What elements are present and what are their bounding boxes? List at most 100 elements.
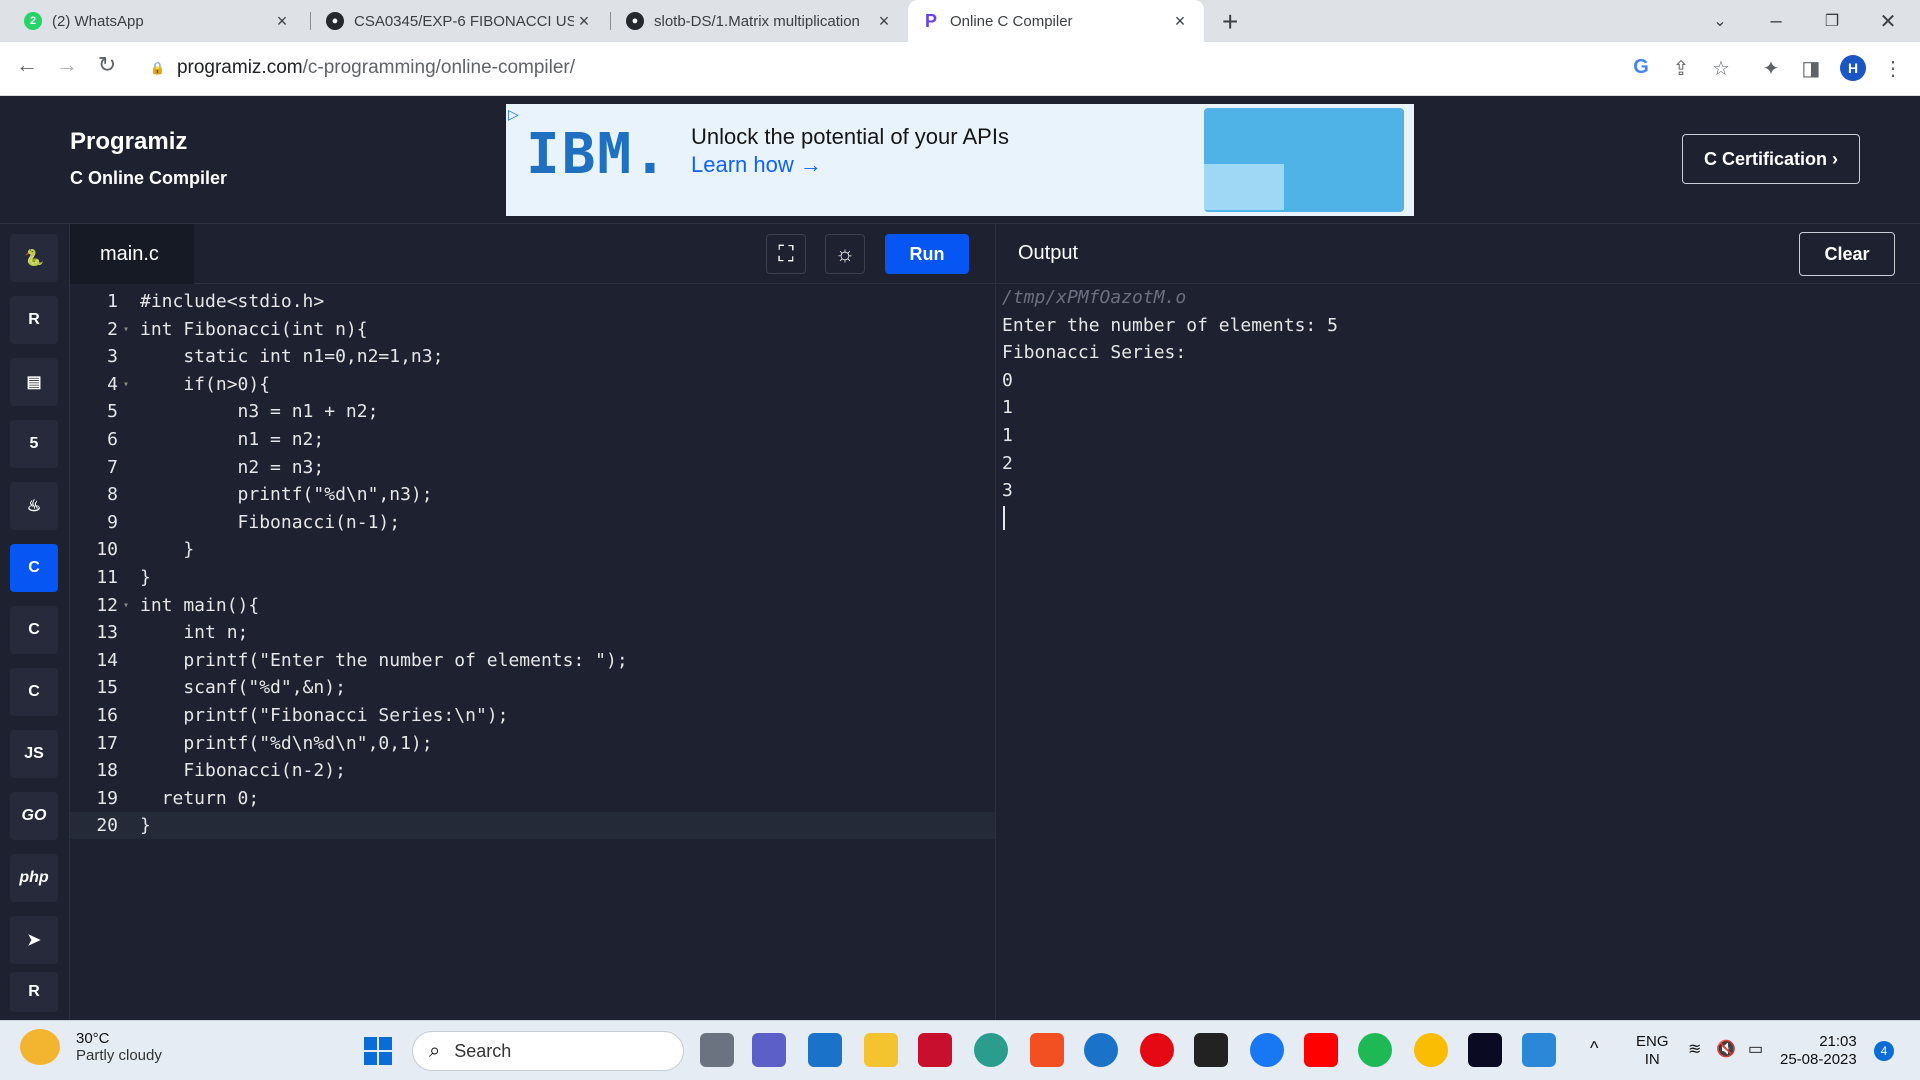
clear-button[interactable]: Clear	[1799, 232, 1895, 276]
lang-sql-icon[interactable]: ▤	[10, 358, 58, 406]
minimize-button[interactable]: –	[1748, 0, 1804, 42]
code-line[interactable]: 3 static int n1=0,n2=1,n3;	[70, 343, 995, 370]
code-line[interactable]: 2 ▾ int Fibonacci(int n){	[70, 316, 995, 343]
url-field[interactable]: 🔒 programiz.com/c-programming/online-com…	[140, 48, 1600, 88]
spotify-icon[interactable]	[1358, 1033, 1392, 1067]
run-button[interactable]: Run	[885, 234, 969, 274]
fold-arrow-icon[interactable]: ▾	[118, 324, 134, 335]
clock[interactable]: 21:03 25-08-2023	[1780, 1033, 1857, 1069]
programiz-logo[interactable]: Programiz	[70, 128, 187, 156]
dev-app-icon[interactable]	[1468, 1033, 1502, 1067]
lang-csharp-icon[interactable]: C	[10, 668, 58, 716]
code-line[interactable]: 10 }	[70, 536, 995, 563]
close-tab-icon[interactable]: ×	[272, 11, 292, 32]
teams-chat-icon[interactable]	[752, 1033, 786, 1067]
code-line[interactable]: 9 Fibonacci(n-1);	[70, 509, 995, 536]
mcafee-icon[interactable]	[918, 1033, 952, 1067]
code-editor[interactable]: 1 #include<stdio.h> 2 ▾ int Fibonacci(int n)…	[70, 284, 995, 1020]
code-line[interactable]: 5 n3 = n1 + n2;	[70, 398, 995, 425]
weather-widget[interactable]: 30°C Partly cloudy	[20, 1029, 162, 1065]
address-bar-row: ← → ↻ 🔒 programiz.com/c-programming/onli…	[0, 42, 1920, 96]
microsoft-store-icon[interactable]	[1030, 1033, 1064, 1067]
profile-avatar[interactable]: H	[1840, 55, 1866, 81]
lang-python-icon[interactable]: 🐍	[10, 234, 58, 282]
tab-online-c-compiler[interactable]: P Online C Compiler ×	[908, 0, 1204, 42]
forward-icon[interactable]: →	[52, 52, 82, 78]
tab-search-icon[interactable]: ⌄	[1692, 0, 1748, 42]
code-line[interactable]: 19 return 0;	[70, 785, 995, 812]
task-view-icon[interactable]	[700, 1033, 734, 1067]
output-input-cursor[interactable]	[1003, 506, 1005, 530]
theme-toggle-icon[interactable]: ☼	[825, 234, 865, 274]
notification-count-badge[interactable]: 4	[1874, 1041, 1894, 1061]
reload-icon[interactable]: ↻	[92, 52, 122, 78]
code-line[interactable]: 17 printf("%d\n%d\n",0,1);	[70, 730, 995, 757]
fullscreen-icon[interactable]: ⛶	[766, 234, 806, 274]
file-explorer-icon[interactable]	[864, 1033, 898, 1067]
opera-browser-icon[interactable]	[1140, 1033, 1174, 1067]
lang-c-icon[interactable]: C	[10, 544, 58, 592]
code-line[interactable]: 6 n1 = n2;	[70, 426, 995, 453]
code-line[interactable]: 8 printf("%d\n",n3);	[70, 481, 995, 508]
windows-start-icon[interactable]	[364, 1037, 392, 1065]
photos-app-icon[interactable]	[1522, 1033, 1556, 1067]
file-tab-main-c[interactable]: main.c	[70, 224, 194, 284]
chrome-icon[interactable]	[1414, 1033, 1448, 1067]
lang-r-icon[interactable]: R	[10, 296, 58, 344]
code-line[interactable]: 20}	[70, 812, 995, 840]
close-tab-icon[interactable]: ×	[874, 11, 894, 32]
data-app-icon[interactable]	[1194, 1033, 1228, 1067]
close-tab-icon[interactable]: ×	[574, 11, 594, 32]
mylp-app-icon[interactable]	[808, 1033, 842, 1067]
side-panel-icon[interactable]: ◨	[1798, 56, 1824, 81]
lang-php-icon[interactable]: php	[10, 854, 58, 902]
lang-java-icon[interactable]: ♨	[10, 482, 58, 530]
close-window-button[interactable]: ✕	[1860, 0, 1916, 42]
language-indicator[interactable]: ENG IN	[1636, 1033, 1669, 1069]
lang-javascript-icon[interactable]: JS	[10, 730, 58, 778]
wifi-icon[interactable]: ≋	[1688, 1041, 1701, 1059]
fold-arrow-icon[interactable]: ▾	[118, 379, 134, 390]
facebook-icon[interactable]	[1250, 1033, 1284, 1067]
code-line[interactable]: 15 scanf("%d",&n);	[70, 674, 995, 701]
lang-swift-icon[interactable]: ➤	[10, 916, 58, 964]
tab-github-fibonacci[interactable]: ● CSA0345/EXP-6 FIBONACCI USIN ×	[312, 0, 608, 42]
code-line[interactable]: 7 n2 = n3;	[70, 454, 995, 481]
bookmark-star-icon[interactable]: ☆	[1708, 56, 1734, 81]
lang-cpp-icon[interactable]: C	[10, 606, 58, 654]
lang-rust-icon[interactable]: R	[10, 972, 58, 1012]
google-translate-icon[interactable]: G	[1628, 56, 1654, 79]
menu-kebab-icon[interactable]: ⋮	[1880, 56, 1906, 81]
extensions-icon[interactable]: ✦	[1758, 56, 1784, 81]
lang-html-icon[interactable]: 5	[10, 420, 58, 468]
restore-button[interactable]: ❐	[1804, 0, 1860, 42]
code-line[interactable]: 1 #include<stdio.h>	[70, 288, 995, 315]
taskbar-search[interactable]: ⌕ Search	[412, 1031, 684, 1071]
ad-banner[interactable]: ▷ IBM. Unlock the potential of your APIs…	[506, 104, 1414, 216]
ad-learn-link[interactable]: Learn how →	[691, 152, 822, 178]
volume-muted-icon[interactable]: 🔇	[1716, 1041, 1736, 1059]
lang-go-icon[interactable]: GO	[10, 792, 58, 840]
show-hidden-icons-chevron[interactable]: ^	[1590, 1039, 1598, 1057]
code-line[interactable]: 4 ▾ if(n>0){	[70, 371, 995, 398]
code-line[interactable]: 14 printf("Enter the number of elements:…	[70, 647, 995, 674]
code-line[interactable]: 13 int n;	[70, 619, 995, 646]
code-line[interactable]: 16 printf("Fibonacci Series:\n");	[70, 702, 995, 729]
new-tab-button[interactable]: +	[1222, 6, 1238, 38]
close-tab-icon[interactable]: ×	[1170, 11, 1190, 32]
fold-arrow-icon[interactable]: ▾	[118, 600, 134, 611]
code-line[interactable]: 12 ▾ int main(){	[70, 592, 995, 619]
output-console[interactable]: /tmp/xPMfOazotM.o Enter the number of el…	[995, 284, 1920, 1020]
youtube-icon[interactable]	[1304, 1033, 1338, 1067]
ad-choices-icon[interactable]: ▷	[508, 106, 519, 123]
help-app-icon[interactable]	[1084, 1033, 1118, 1067]
share-icon[interactable]: ⇪	[1668, 56, 1694, 81]
code-line[interactable]: 18 Fibonacci(n-2);	[70, 757, 995, 784]
c-certification-button[interactable]: C Certification ›	[1682, 134, 1860, 184]
back-icon[interactable]: ←	[12, 52, 42, 78]
tab-github-matrix[interactable]: ● slotb-DS/1.Matrix multiplication ×	[612, 0, 908, 42]
code-line[interactable]: 11}	[70, 564, 995, 591]
battery-icon[interactable]: ▭	[1748, 1041, 1763, 1059]
tab-whatsapp[interactable]: 2 (2) WhatsApp ×	[10, 0, 306, 42]
edge-browser-icon[interactable]	[974, 1033, 1008, 1067]
